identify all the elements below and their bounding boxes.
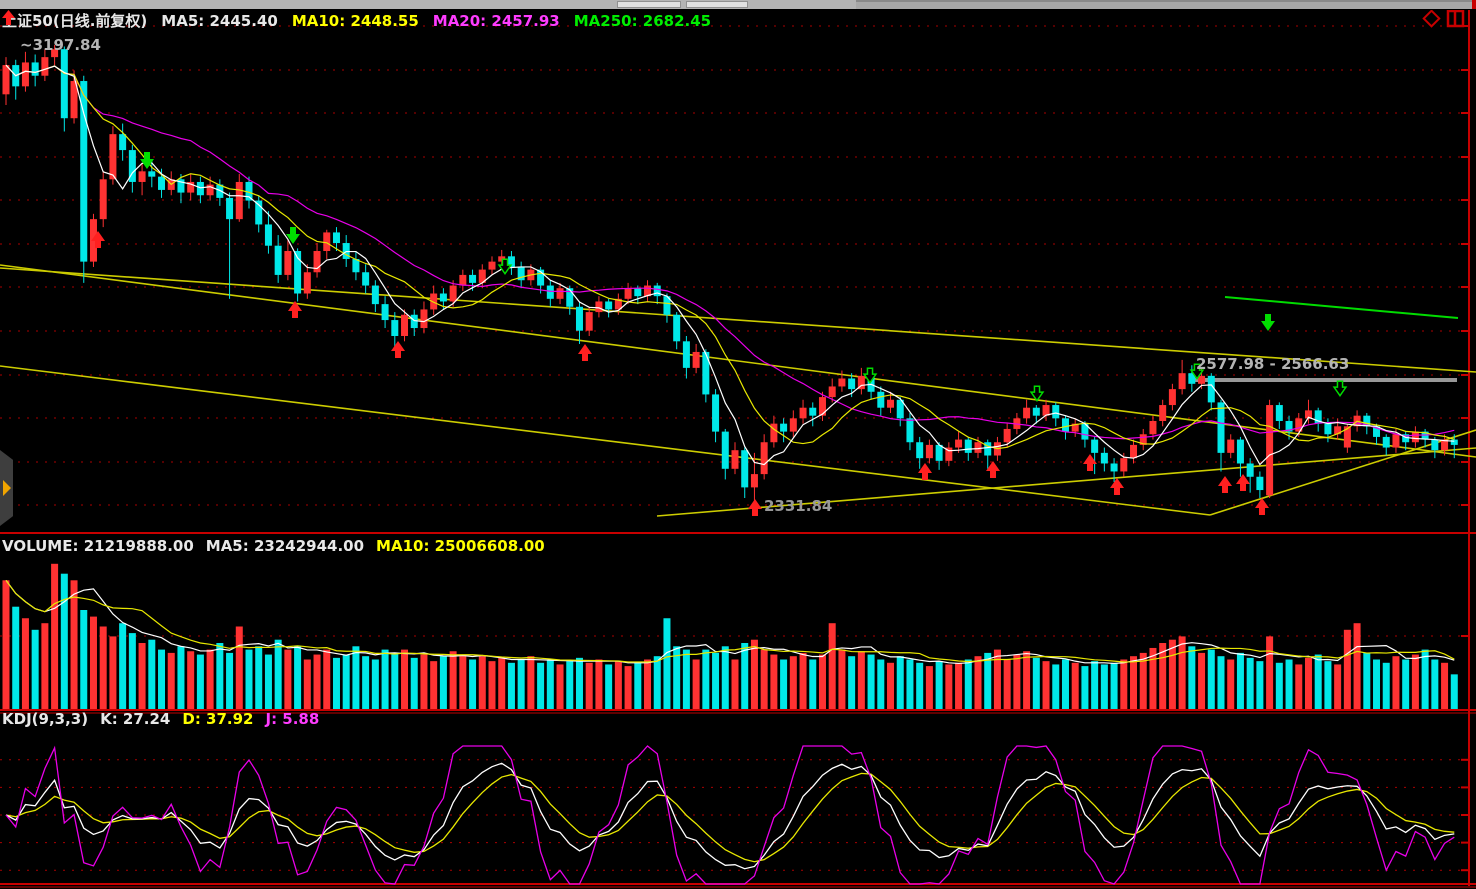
panel-collapse-handle[interactable] <box>0 450 13 526</box>
gap-range-label: 2577.98 - 2566.63 <box>1196 355 1349 373</box>
trough-price-label: 2331.84 <box>764 497 832 515</box>
ma250-legend: MA250: 2682.45 <box>574 12 711 30</box>
kdj-j-value: J: 5.88 <box>266 710 320 728</box>
kdj-panel[interactable] <box>0 711 1476 886</box>
corner-toolbar <box>1422 10 1468 30</box>
up-arrow-icon <box>2 10 15 25</box>
ma5-legend: MA5: 2445.40 <box>161 12 278 30</box>
chart-canvas[interactable] <box>0 0 1476 889</box>
ma20-legend: MA20: 2457.93 <box>433 12 560 30</box>
volume-value: VOLUME: 21219888.00 <box>2 537 194 555</box>
peak-price-label: ~3197.84 <box>20 36 101 54</box>
diamond-tool-icon[interactable] <box>1424 11 1440 27</box>
kdj-title: KDJ(9,3,3) <box>2 710 88 728</box>
volume-panel[interactable] <box>0 534 1476 710</box>
kdj-d-value: D: 37.92 <box>182 710 253 728</box>
volume-header: VOLUME: 21219888.00 MA5: 23242944.00 MA10:… <box>2 537 557 555</box>
main-chart-panel[interactable] <box>0 10 1476 533</box>
volume-ma5: MA5: 23242944.00 <box>206 537 364 555</box>
volume-ma10: MA10: 25006608.00 <box>376 537 545 555</box>
instrument-title: 上证50(日线.前复权) <box>2 12 147 30</box>
stock-app-window: 上证50(日线.前复权) MA5: 2445.40 MA10: 2448.55 MA2… <box>0 0 1476 889</box>
expand-arrow-icon[interactable] <box>3 480 11 496</box>
chart-header: 上证50(日线.前复权) MA5: 2445.40 MA10: 2448.55 MA2… <box>2 10 725 31</box>
kdj-k-value: K: 27.24 <box>100 710 170 728</box>
kdj-header: KDJ(9,3,3) K: 27.24 D: 37.92 J: 5.88 <box>2 710 331 728</box>
split-window-icon[interactable] <box>1448 11 1463 26</box>
ma10-legend: MA10: 2448.55 <box>292 12 419 30</box>
